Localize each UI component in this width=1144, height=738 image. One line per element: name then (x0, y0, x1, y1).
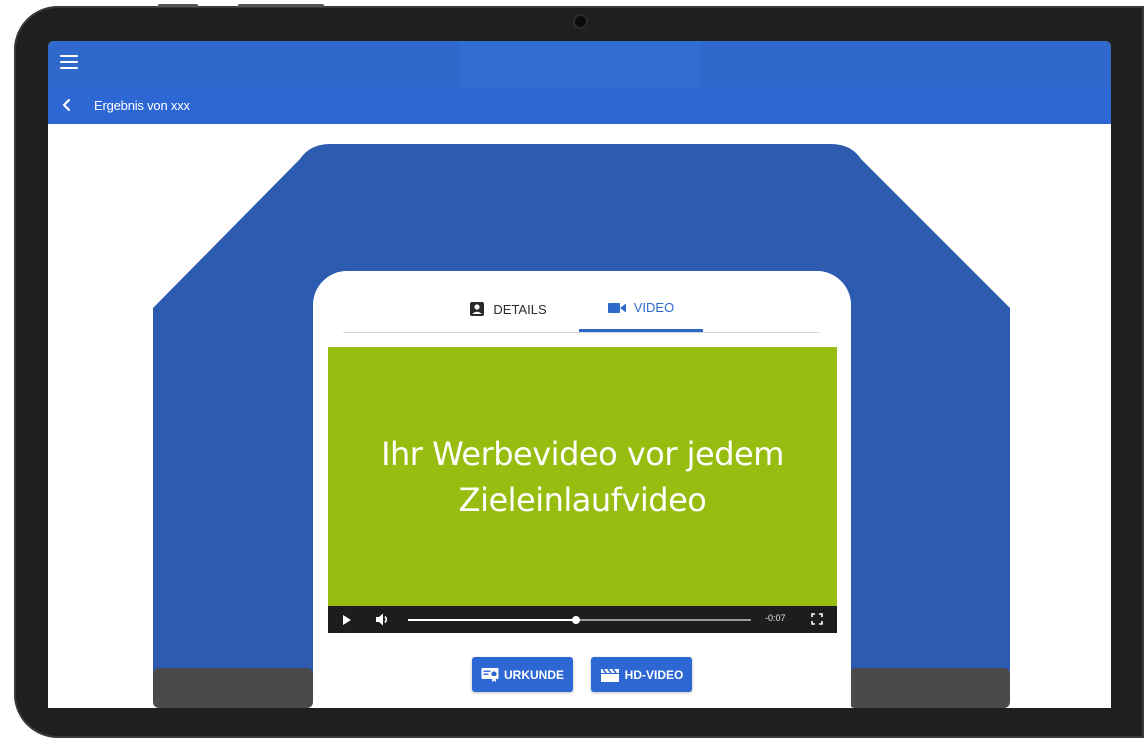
time-remaining: -0:07 (765, 613, 786, 623)
video-text-line-1: Ihr Werbevideo vor jedem (381, 435, 784, 473)
page-title: Ergebnis von xxx (94, 98, 190, 113)
app-bar (48, 41, 1111, 87)
arch-left-foot (153, 668, 313, 708)
account-box-icon (470, 302, 485, 316)
tab-details-label: DETAILS (493, 301, 547, 317)
tab-video[interactable]: VIDEO (579, 286, 703, 332)
front-camera (575, 16, 586, 27)
certificate-icon (481, 667, 499, 682)
progress-handle[interactable] (572, 616, 581, 624)
progress-fill (408, 619, 577, 621)
hamburger-menu-icon[interactable] (60, 55, 78, 69)
hd-video-label: HD-VIDEO (624, 667, 684, 682)
urkunde-label: URKUNDE (504, 667, 564, 682)
video-controls: -0:07 (328, 606, 837, 633)
urkunde-button[interactable]: URKUNDE (472, 657, 573, 692)
tablet-volume-button (238, 4, 324, 7)
tab-video-label: VIDEO (633, 300, 675, 315)
tab-bar: DETAILS VIDEO (343, 286, 819, 333)
movie-clapper-icon (600, 668, 619, 682)
sub-header: Ergebnis von xxx (48, 87, 1111, 124)
tab-details[interactable]: DETAILS (443, 286, 573, 332)
chevron-left-icon[interactable] (60, 98, 74, 112)
fullscreen-icon[interactable] (811, 613, 823, 625)
arch-right-foot (849, 668, 1010, 708)
video-text-line-2: Zieleinlaufvideo (458, 481, 707, 519)
volume-icon[interactable] (376, 613, 390, 626)
videocam-icon (607, 302, 626, 313)
progress-track[interactable] (408, 616, 751, 624)
app-screen: Ergebnis von xxx DETAILS VIDEO Ihr Werbe… (48, 41, 1111, 708)
tablet-power-button (158, 4, 198, 7)
video-overlay-text: Ihr Werbevideo vor jedem Zieleinlaufvide… (328, 431, 837, 523)
video-player[interactable]: Ihr Werbevideo vor jedem Zieleinlaufvide… (328, 347, 837, 633)
app-bar-center-panel (460, 41, 700, 87)
play-icon[interactable] (342, 615, 351, 625)
hd-video-button[interactable]: HD-VIDEO (591, 657, 692, 692)
